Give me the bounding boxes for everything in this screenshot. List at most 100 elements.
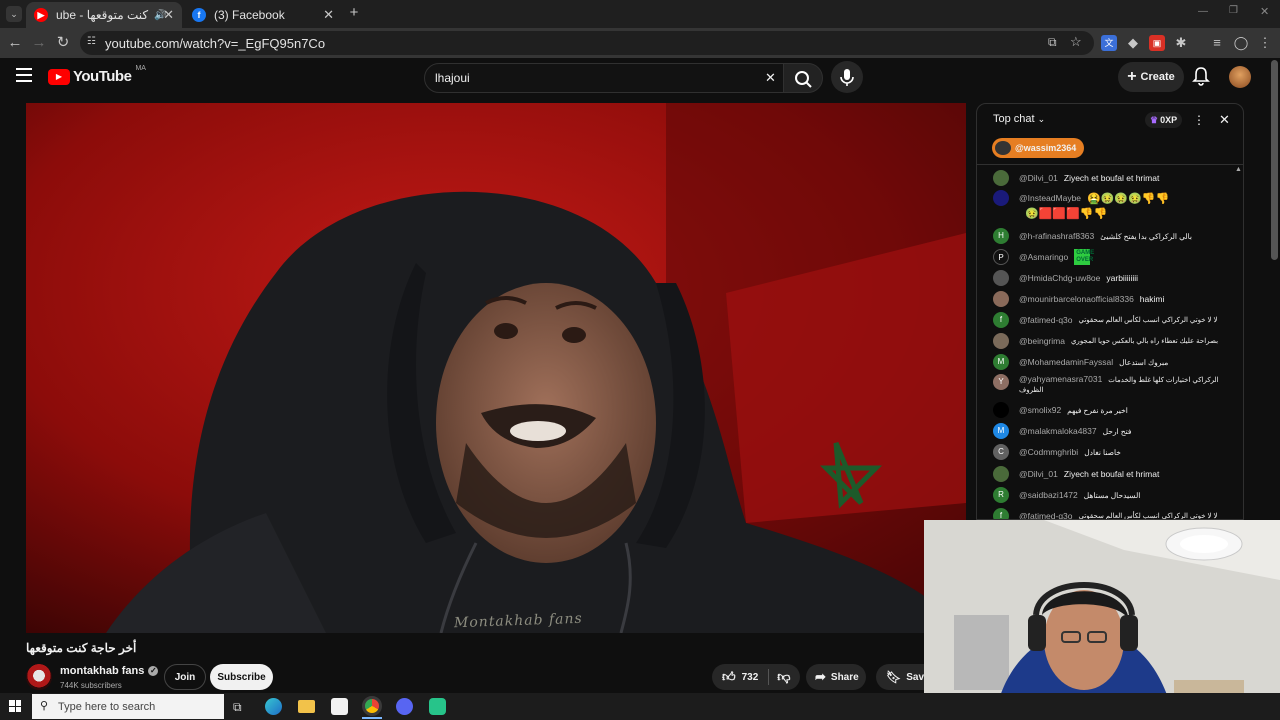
search-button[interactable] [783,63,823,93]
store-icon[interactable] [331,698,348,715]
join-button[interactable]: Join [164,664,206,690]
clear-search-icon[interactable]: ✕ [765,70,776,86]
youtube-logo-text: YouTube [73,68,132,85]
close-tab-icon[interactable]: ✕ [323,7,334,23]
chat-text: Ziyech et boufal et hrimat [1063,469,1160,479]
tab-youtube-title: ube - أخر حاجة كنت متوقعها [56,8,152,22]
chat-scroll-up-icon[interactable]: ▲ [1235,166,1242,173]
youtube-header: ▶ YouTube MA lhajoui ✕ + Create [0,58,1270,98]
more-options-icon[interactable]: ⋮ [1193,113,1205,127]
close-tab-icon[interactable]: ✕ [163,7,174,23]
reload-icon[interactable]: ↻ [54,34,72,52]
extension-diamond-icon[interactable]: ◆ [1125,35,1141,51]
forward-icon[interactable]: → [30,34,48,52]
chat-username[interactable]: @fatimed-q3o [1019,315,1073,325]
tab-search-icon[interactable]: ⌄ [6,6,22,22]
extension-red-icon[interactable]: ▣ [1149,35,1165,51]
windows-start-icon[interactable] [9,700,21,712]
obs-app-icon[interactable] [429,698,446,715]
create-button[interactable]: + Create [1118,62,1184,92]
like-button[interactable]: 👍︎ 732 [712,669,758,685]
taskbar-search-placeholder: Type here to search [58,701,156,713]
chat-message: f @fatimed-q3o لا لا خوتي الركراكي انسب لك… [993,508,1223,519]
minimize-icon[interactable]: — [1198,6,1208,17]
chat-text: فتح ارحل [1102,426,1132,436]
account-avatar[interactable] [1229,66,1251,88]
translate-extension-icon[interactable]: 文 [1101,35,1117,51]
avatar [993,291,1009,307]
chat-username[interactable]: @Asmaringo [1019,252,1068,262]
task-view-icon[interactable]: ⧉ [233,700,242,715]
avatar: Y [993,374,1009,390]
close-chat-icon[interactable]: ✕ [1219,112,1230,128]
chat-username[interactable]: @Codmmghribi [1019,447,1078,457]
chat-username[interactable]: @InsteadMaybe [1019,193,1081,203]
avatar [993,270,1009,286]
file-explorer-icon[interactable] [298,700,315,713]
voice-search-button[interactable] [831,61,863,93]
chat-username[interactable]: @saidbazi1472 [1019,490,1078,500]
edge-icon[interactable] [265,698,282,715]
share-button[interactable]: ➦ Share [806,664,866,690]
chat-text: لا لا خوتي الركراكي انسب لكأس العالم سحق… [1078,317,1218,324]
chat-text: مبروك استدعال [1119,357,1169,367]
reading-list-icon[interactable]: ≡ [1209,35,1225,51]
chat-username[interactable]: @malakmaloka4837 [1019,426,1097,436]
chat-username[interactable]: @smolix92 [1019,405,1061,415]
chat-username[interactable]: @mounirbarcelonaofficial8336 [1019,294,1134,304]
webcam-frame [924,520,1280,720]
tab-youtube[interactable]: ▶ ube - أخر حاجة كنت متوقعها 🔊 ✕ [26,2,182,28]
menu-hamburger-icon[interactable] [16,68,32,82]
video-player[interactable]: Montakhab fans [26,103,966,633]
cast-icon[interactable]: ⧉ [1048,35,1057,50]
new-tab-button[interactable]: + [346,5,362,21]
chat-username[interactable]: @HmidaChdg-uw8oe [1019,273,1100,283]
chat-mode-selector[interactable]: Top chat ⌄ [993,113,1045,125]
thumbs-down-icon: 👎︎ [777,669,791,684]
channel-name-text: montakhab fans [60,665,145,677]
chat-username[interactable]: @MohamedaminFayssal [1019,357,1113,367]
chat-message-body: @yahyamenasra7031 الركراكي اختيارات كلها … [1019,374,1219,394]
chat-username[interactable]: @beingrima [1019,336,1065,346]
avatar: H [993,228,1009,244]
chat-username[interactable]: @Dilvi_01 [1019,469,1058,479]
tab-facebook[interactable]: f (3) Facebook ✕ [184,2,342,28]
restore-icon[interactable]: ❐ [1229,5,1238,16]
taskbar-search-input[interactable]: ⚲ Type here to search [32,694,224,719]
dislike-button[interactable]: 👎︎ [777,669,790,685]
like-divider [768,669,770,685]
channel-points-badge[interactable]: ♛ 0XP [1145,112,1183,128]
youtube-logo[interactable]: ▶ YouTube MA [48,65,146,85]
discord-icon[interactable] [396,698,413,715]
subscribe-button[interactable]: Subscribe [210,664,273,690]
profile-icon[interactable]: ◯ [1233,35,1249,51]
video-title: أخر حاجة كنت متوقعها [26,641,137,655]
chat-username[interactable]: @h-rafinashraf8363 [1019,231,1094,241]
search-input[interactable]: lhajoui ✕ [424,63,784,93]
like-count: 732 [741,671,759,683]
active-app-indicator [362,717,382,719]
back-icon[interactable]: ← [6,34,24,52]
chat-username[interactable]: @yahyamenasra7031 [1019,374,1102,384]
avatar: M [993,354,1009,370]
page-scrollbar[interactable] [1271,60,1278,260]
share-icon: ➦ [815,669,826,684]
chrome-icon[interactable] [362,696,382,716]
chat-username[interactable]: @fatimed-q3o [1019,511,1073,519]
channel-avatar[interactable] [26,664,52,690]
chat-message: @HmidaChdg-uw8oe yarbiiiiiiii [993,270,1223,286]
extensions-puzzle-icon[interactable]: ✱ [1173,35,1189,51]
chrome-menu-icon[interactable]: ⋮ [1257,35,1273,51]
chat-username[interactable]: @Dilvi_01 [1019,173,1058,183]
chat-message: M @MohamedaminFayssal مبروك استدعال [993,354,1223,370]
close-window-icon[interactable]: ✕ [1260,5,1269,18]
channel-name[interactable]: montakhab fans ✓ [60,665,159,677]
bookmark-star-icon[interactable]: ☆ [1070,34,1082,50]
save-button[interactable]: 🔖︎ Save [876,664,930,690]
create-label: Create [1140,71,1175,83]
notifications-bell-icon[interactable] [1192,66,1210,86]
pinned-donation-chip[interactable]: @wassim2364 [992,138,1085,158]
address-bar[interactable]: ☷ youtube.com/watch?v=_EgFQ95n7Co ⧉ ☆ [80,31,1094,55]
chat-text: Ziyech et boufal et hrimat [1063,173,1160,183]
site-info-icon[interactable]: ☷ [87,36,96,47]
